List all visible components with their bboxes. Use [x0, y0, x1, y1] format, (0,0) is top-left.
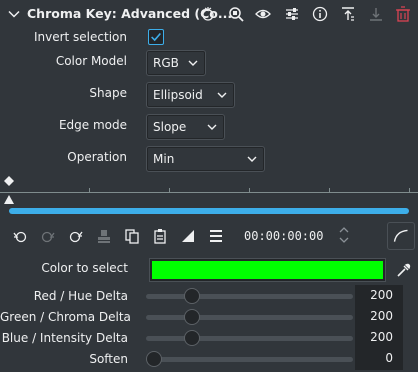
ruler-tick [89, 188, 90, 193]
color-select-label: Color to select [41, 261, 128, 275]
blue-intensity-delta-label: Blue / Intensity Delta [1, 331, 128, 345]
timecode-display[interactable]: 00:00:00:00 [244, 229, 323, 243]
invert-selection-checkbox[interactable] [148, 29, 164, 45]
effect-header: Chroma Key: Advanced (Co... [0, 0, 418, 28]
reset-keyframe-icon[interactable] [68, 228, 84, 244]
ruler-tick [249, 188, 250, 193]
chevron-down-icon [247, 156, 257, 162]
move-down-icon [368, 6, 384, 22]
curve-button[interactable] [387, 222, 415, 250]
ramp-icon[interactable] [180, 228, 196, 244]
delete-icon[interactable] [395, 6, 411, 22]
invert-selection-label: Invert selection [33, 30, 127, 44]
chevron-down-icon[interactable] [8, 8, 20, 20]
red-hue-delta-slider[interactable] [146, 294, 353, 299]
edge-mode-label: Edge mode [58, 118, 127, 132]
stamp-icon [96, 228, 112, 244]
soften-slider[interactable] [146, 357, 353, 362]
blue-intensity-delta-value: 200 [370, 330, 393, 344]
edge-mode-select[interactable]: Slope [146, 114, 225, 140]
chevron-down-icon [188, 60, 198, 66]
color-model-select[interactable]: RGB [146, 50, 206, 76]
red-hue-delta-value: 200 [370, 288, 393, 302]
red-hue-delta-handle[interactable] [184, 288, 201, 304]
operation-value: Min [153, 152, 175, 166]
edge-mode-value: Slope [153, 120, 187, 134]
info-icon[interactable] [312, 6, 328, 22]
chevron-down-icon [217, 92, 227, 98]
red-hue-delta-spinbox[interactable]: 200 [355, 285, 403, 307]
playhead-icon[interactable] [3, 194, 15, 204]
shape-value: Ellipsoid [153, 88, 203, 102]
soften-value: 0 [385, 351, 393, 365]
soften-handle[interactable] [146, 351, 162, 367]
operation-select[interactable]: Min [146, 146, 265, 172]
shape-select[interactable]: Ellipsoid [146, 82, 235, 108]
soften-label: Soften [89, 352, 128, 366]
settings-icon[interactable] [284, 6, 300, 22]
redo-keyframe-icon [40, 228, 56, 244]
green-chroma-delta-label: Green / Chroma Delta [0, 310, 131, 324]
reset-icon[interactable] [200, 6, 216, 22]
keyframe-ruler[interactable] [0, 175, 418, 205]
color-model-value: RGB [153, 56, 179, 70]
color-picker-icon[interactable] [396, 262, 412, 278]
ruler-tick [169, 188, 170, 193]
shape-label: Shape [89, 86, 127, 100]
spinner-icon[interactable] [338, 225, 350, 245]
eye-icon[interactable] [255, 6, 271, 22]
ruler-line [0, 192, 418, 193]
curve-icon [393, 229, 408, 242]
green-chroma-delta-handle[interactable] [184, 309, 201, 325]
timeline-bar[interactable] [9, 208, 409, 214]
undo-keyframe-icon[interactable] [12, 228, 28, 244]
blue-intensity-delta-handle[interactable] [184, 330, 201, 346]
color-swatch-fill [152, 261, 383, 279]
zoom-icon[interactable] [228, 6, 244, 22]
chevron-down-icon [207, 124, 217, 130]
collapse-icon[interactable] [340, 6, 356, 22]
green-chroma-delta-slider[interactable] [146, 315, 353, 320]
list-icon[interactable] [208, 228, 224, 244]
green-chroma-delta-spinbox[interactable]: 200 [355, 306, 403, 328]
checkmark-icon [151, 32, 161, 42]
red-hue-delta-label: Red / Hue Delta [33, 289, 128, 303]
keyframe-marker-icon[interactable] [3, 175, 15, 187]
color-model-label: Color Model [55, 54, 127, 68]
blue-intensity-delta-slider[interactable] [146, 336, 353, 341]
ruler-tick [329, 188, 330, 193]
blue-intensity-delta-spinbox[interactable]: 200 [355, 327, 403, 349]
operation-label: Operation [67, 150, 127, 164]
ruler-tick [409, 188, 410, 193]
paste-icon[interactable] [152, 228, 168, 244]
copy-icon[interactable] [124, 228, 140, 244]
color-swatch-button[interactable] [149, 258, 386, 282]
green-chroma-delta-value: 200 [370, 309, 393, 323]
soften-spinbox[interactable]: 0 [355, 348, 403, 370]
